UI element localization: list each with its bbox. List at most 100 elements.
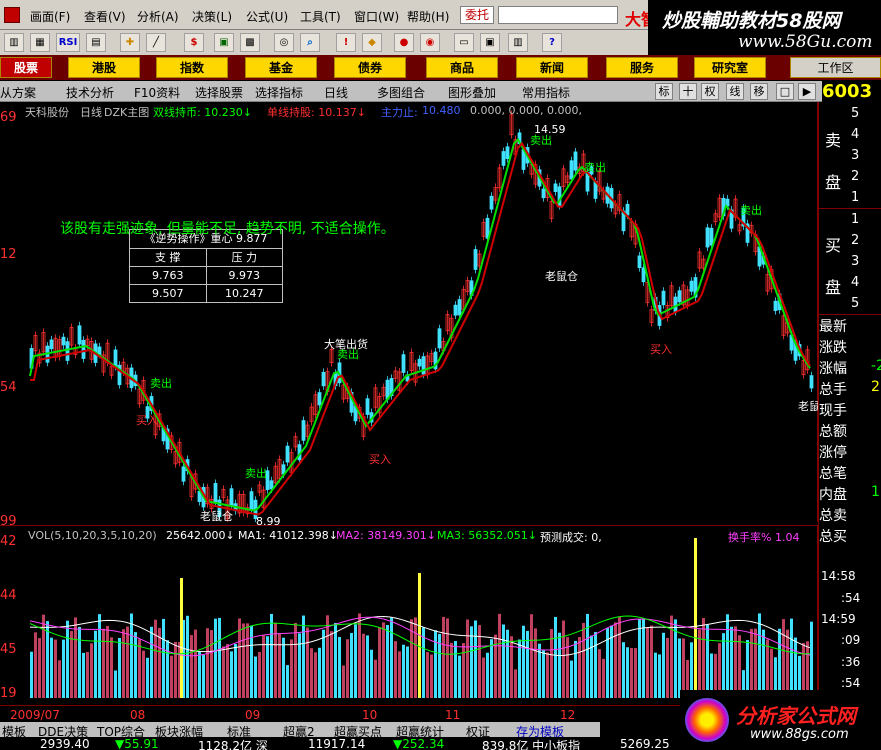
select-indicator-menu[interactable]: 选择指标 — [255, 84, 303, 101]
common-indicator-menu[interactable]: 常用指标 — [522, 84, 570, 101]
tab-workspace[interactable]: 工作区 — [790, 57, 881, 78]
multi-chart-menu[interactable]: 多图组合 — [377, 84, 425, 101]
volume-bar — [370, 649, 373, 698]
volume-bar — [534, 628, 537, 698]
volume-bar — [402, 644, 405, 698]
big-sell-signal: 大笔出货 — [324, 338, 368, 351]
alert-icon[interactable]: ! — [336, 33, 356, 52]
volume-bar — [394, 641, 397, 698]
scheme-menu[interactable]: 从方案 — [0, 84, 36, 101]
app-icon[interactable] — [4, 7, 20, 23]
volume-bar — [90, 643, 93, 698]
news-icon[interactable]: ◉ — [420, 33, 440, 52]
table-icon[interactable]: ▤ — [86, 33, 106, 52]
indicator-label: DZK主图 — [104, 106, 150, 119]
stock-search-input[interactable] — [498, 6, 618, 24]
volume-bar — [610, 625, 613, 698]
volume-bar — [146, 657, 149, 698]
layout-icon[interactable]: ▣ — [480, 33, 500, 52]
volume-bar — [414, 617, 417, 698]
select-stock-menu[interactable]: 选择股票 — [195, 84, 243, 101]
volume-bar — [506, 629, 509, 698]
sh-change: ▼55.91 — [115, 737, 159, 750]
tab-index[interactable]: 指数 — [156, 57, 228, 78]
tab-research[interactable]: 研究室 — [694, 57, 766, 78]
books-icon[interactable]: ▥ — [508, 33, 528, 52]
tech-analysis-menu[interactable]: 技术分析 — [66, 84, 114, 101]
menu-item[interactable]: 分析(A) — [137, 8, 179, 25]
ask-level: 5 — [851, 106, 860, 121]
period-menu[interactable]: 日线 — [324, 84, 348, 101]
window-icon[interactable]: ▭ — [454, 33, 474, 52]
extra-values: 0.000, 0.000, 0.000, — [470, 104, 582, 117]
menu-item[interactable]: 决策(L) — [192, 8, 232, 25]
search-icon[interactable]: ⌕ — [300, 33, 320, 52]
toolbar: ▥ ▦ RSI ▤ ✚ ╱ $ ▣ ▩ ◎ ⌕ ! ◆ ● ◉ ▭ ▣ ▥ ? — [0, 30, 648, 55]
next-button[interactable]: ▶ — [798, 83, 816, 100]
volume-bar — [794, 637, 797, 698]
move-button[interactable]: 移 — [750, 83, 768, 100]
volume-bar — [730, 626, 733, 698]
menu-item[interactable]: 公式(U) — [246, 8, 288, 25]
mark-button[interactable]: 标 — [655, 83, 673, 100]
volume-bar — [210, 630, 213, 698]
f10-menu[interactable]: F10资料 — [134, 84, 180, 101]
ask-level: 1 — [851, 190, 860, 205]
tab-hk[interactable]: 港股 — [68, 57, 140, 78]
tab-bond[interactable]: 债券 — [334, 57, 406, 78]
tab-fund[interactable]: 基金 — [245, 57, 317, 78]
price-chart[interactable]: 天科股份 日线 DZK主图 双线持币: 10.230↓ 单线持股: 10.137… — [0, 102, 831, 529]
tab-commodity[interactable]: 商品 — [426, 57, 498, 78]
bottom-tabs: 模板 DDE决策 TOP综合 板块涨幅 标准 超赢2 超赢买点 超赢统计 权证 … — [0, 722, 600, 739]
tick-time: :09 — [841, 633, 861, 647]
move-icon[interactable]: ✚ — [120, 33, 140, 52]
help-icon[interactable]: ? — [542, 33, 562, 52]
overlay-menu[interactable]: 图形叠加 — [448, 84, 496, 101]
tab-stocks[interactable]: 股票 — [0, 57, 52, 78]
crosshair-button[interactable]: 十 — [679, 83, 697, 100]
volume-bar — [462, 643, 465, 698]
rights-button[interactable]: 权 — [701, 83, 719, 100]
tab-service[interactable]: 服务 — [606, 57, 678, 78]
volume-bar — [242, 623, 245, 698]
volume-bar — [398, 651, 401, 698]
binoculars-icon[interactable]: ◎ — [274, 33, 294, 52]
menu-item[interactable]: 帮助(H) — [407, 8, 449, 25]
candlestick-icon[interactable]: ▥ — [4, 33, 24, 52]
date-label: 2009/07 — [10, 708, 60, 722]
volume-bar — [126, 626, 129, 698]
change-label: 涨跌 — [819, 340, 847, 356]
volume-bar — [306, 627, 309, 698]
window-button[interactable]: □ — [776, 83, 794, 100]
line-button[interactable]: 线 — [726, 83, 744, 100]
chart-icon[interactable]: ▩ — [240, 33, 260, 52]
volume-chart[interactable]: VOL(5,10,20,3,5,10,20) 25642.000↓ MA1: 4… — [0, 525, 818, 703]
menu-item[interactable]: 窗口(W) — [354, 8, 399, 25]
volume-bar — [374, 659, 377, 698]
volume-bar — [490, 639, 493, 698]
tick-time: 14:59 — [821, 612, 856, 626]
volume-bar — [618, 616, 621, 698]
volume-bar — [106, 625, 109, 698]
volume-bar — [734, 626, 737, 698]
volume-bar — [230, 651, 233, 698]
rsi-button[interactable]: RSI — [56, 33, 80, 52]
volume-bar — [338, 637, 341, 698]
buy-label: 买 — [825, 236, 842, 255]
menu-item[interactable]: 查看(V) — [84, 8, 126, 25]
volume-bar — [302, 615, 305, 698]
ruler-icon[interactable]: ╱ — [146, 33, 166, 52]
dollar-button[interactable]: $ — [184, 33, 204, 52]
diamond-icon[interactable]: ◆ — [362, 33, 382, 52]
tab-news[interactable]: 新闻 — [516, 57, 588, 78]
menu-item[interactable]: 画面(F) — [30, 8, 70, 25]
hot-icon[interactable]: ● — [394, 33, 414, 52]
sh-amount: 1128.2亿 深 — [198, 739, 268, 750]
menu-item[interactable]: 工具(T) — [300, 8, 341, 25]
volume-bar — [86, 651, 89, 698]
entrust-button[interactable]: 委托 — [460, 6, 494, 24]
grid-icon[interactable]: ▦ — [30, 33, 50, 52]
volume-bar — [270, 613, 273, 698]
flag-icon[interactable]: ▣ — [214, 33, 234, 52]
vol-forecast: 预测成交: 0, — [540, 531, 602, 544]
